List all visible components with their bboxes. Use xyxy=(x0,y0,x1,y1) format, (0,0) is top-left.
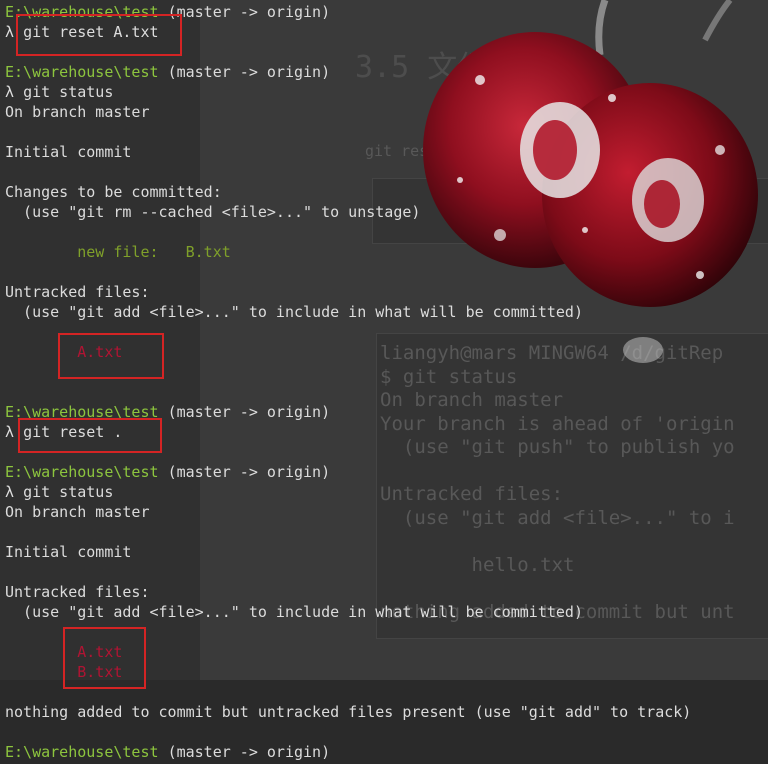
highlight-box-reset-all xyxy=(18,418,162,453)
untracked-header: Untracked files: xyxy=(5,283,150,301)
command-line: λ git status xyxy=(5,83,114,101)
include-hint: (use "git add <file>..." to include in w… xyxy=(5,603,583,621)
status-initial: Initial commit xyxy=(5,143,132,161)
unstage-hint: (use "git rm --cached <file>..." to unst… xyxy=(5,203,421,221)
nothing-added-message: nothing added to commit but untracked fi… xyxy=(5,703,692,721)
command-git-status: git status xyxy=(23,483,114,501)
status-initial: Initial commit xyxy=(5,543,132,561)
status-branch: On branch master xyxy=(5,503,150,521)
command-line: λ git status xyxy=(5,483,114,501)
prompt-line: E:\warehouse\test (master -> origin) xyxy=(5,463,331,481)
highlight-box-reset-file xyxy=(16,14,182,56)
changes-header: Changes to be committed: xyxy=(5,183,222,201)
prompt-line: E:\warehouse\test (master -> origin) xyxy=(5,743,331,761)
command-git-status: git status xyxy=(23,83,114,101)
staged-file: new file: B.txt xyxy=(5,243,231,261)
include-hint: (use "git add <file>..." to include in w… xyxy=(5,303,583,321)
untracked-header: Untracked files: xyxy=(5,583,150,601)
status-branch: On branch master xyxy=(5,103,150,121)
prompt-line: E:\warehouse\test (master -> origin) xyxy=(5,63,331,81)
highlight-box-untracked-a xyxy=(58,333,164,379)
highlight-box-untracked-ab xyxy=(63,627,146,689)
